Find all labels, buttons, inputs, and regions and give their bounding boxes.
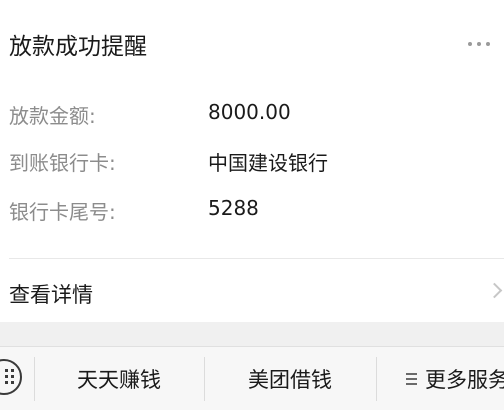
- menu-item-label: 美团借钱: [248, 368, 332, 392]
- card-tail-label: 银行卡尾号:: [9, 200, 116, 224]
- card-title: 放款成功提醒: [9, 34, 147, 60]
- menu-item-daily-earn[interactable]: 天天赚钱: [34, 347, 204, 411]
- chevron-right-icon: [486, 282, 503, 299]
- bank-card-label: 到账银行卡:: [9, 151, 116, 175]
- menu-item-meituan-loan[interactable]: 美团借钱: [204, 347, 376, 411]
- menu-item-more-services[interactable]: 更多服务: [376, 347, 504, 411]
- message-card: 放款成功提醒 放款金额: 8000.00 到账银行卡: 中国建设银行 银行卡尾号…: [0, 0, 504, 322]
- card-tail-value: 5288: [208, 196, 259, 220]
- view-details-link[interactable]: 查看详情: [0, 259, 504, 322]
- menu-icon: [406, 373, 417, 385]
- amount-value: 8000.00: [208, 100, 291, 124]
- bottom-menu-bar: 天天赚钱 美团借钱 更多服务: [0, 346, 504, 410]
- more-dots-icon[interactable]: [468, 42, 490, 46]
- view-details-label: 查看详情: [9, 283, 93, 307]
- bank-card-value: 中国建设银行: [208, 151, 328, 175]
- keyboard-icon[interactable]: [0, 359, 22, 395]
- menu-item-label: 更多服务: [425, 368, 504, 392]
- amount-label: 放款金额:: [9, 104, 96, 128]
- section-gap: [0, 322, 504, 346]
- menu-item-label: 天天赚钱: [77, 368, 161, 392]
